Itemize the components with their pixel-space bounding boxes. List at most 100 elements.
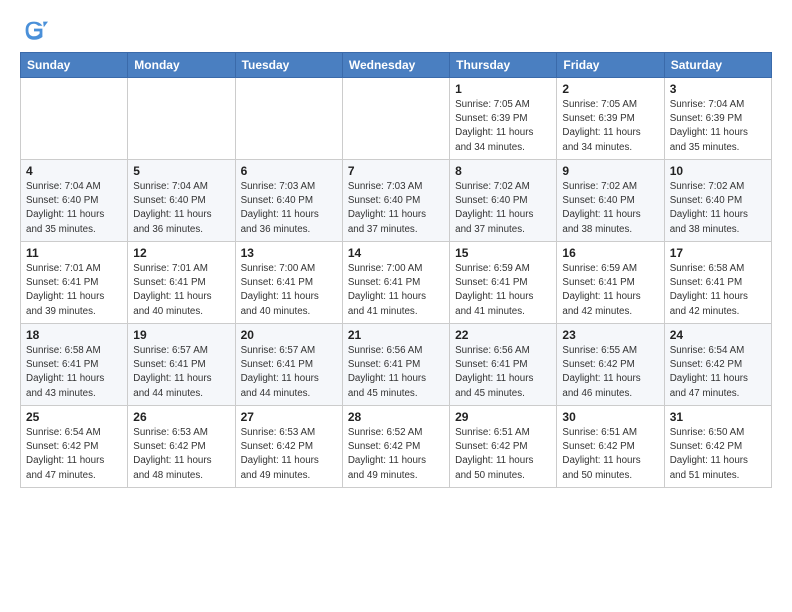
logo-icon (20, 16, 48, 44)
weekday-header-tuesday: Tuesday (235, 53, 342, 78)
day-info: Sunrise: 7:05 AMSunset: 6:39 PMDaylight:… (562, 98, 658, 155)
header (20, 16, 772, 44)
day-cell: 13 Sunrise: 7:00 AMSunset: 6:41 PMDayligh… (235, 242, 342, 324)
day-cell: 23 Sunrise: 6:55 AMSunset: 6:42 PMDayligh… (557, 324, 664, 406)
calendar-table: SundayMondayTuesdayWednesdayThursdayFrid… (20, 52, 772, 488)
day-number: 23 (562, 328, 658, 342)
day-info: Sunrise: 6:50 AMSunset: 6:42 PMDaylight:… (670, 426, 766, 483)
day-cell: 4 Sunrise: 7:04 AMSunset: 6:40 PMDaylight… (21, 160, 128, 242)
day-number: 27 (241, 410, 337, 424)
day-cell: 25 Sunrise: 6:54 AMSunset: 6:42 PMDayligh… (21, 406, 128, 488)
day-info: Sunrise: 6:51 AMSunset: 6:42 PMDaylight:… (562, 426, 658, 483)
day-cell: 7Sunrise: 7:03 AMSunset: 6:40 PMDaylight… (342, 160, 449, 242)
day-info: Sunrise: 6:56 AMSunset: 6:41 PMDaylight:… (455, 344, 551, 401)
day-cell: 1 Sunrise: 7:05 AMSunset: 6:39 PMDaylight… (450, 78, 557, 160)
day-cell (21, 78, 128, 160)
day-info: Sunrise: 6:54 AMSunset: 6:42 PMDaylight:… (26, 426, 122, 483)
day-cell: 29 Sunrise: 6:51 AMSunset: 6:42 PMDayligh… (450, 406, 557, 488)
week-row-3: 11 Sunrise: 7:01 AMSunset: 6:41 PMDayligh… (21, 242, 772, 324)
day-cell: 21 Sunrise: 6:56 AMSunset: 6:41 PMDayligh… (342, 324, 449, 406)
day-number: 31 (670, 410, 766, 424)
day-cell: 19 Sunrise: 6:57 AMSunset: 6:41 PMDayligh… (128, 324, 235, 406)
day-cell: 20Sunrise: 6:57 AMSunset: 6:41 PMDayligh… (235, 324, 342, 406)
day-info: Sunrise: 7:04 AMSunset: 6:39 PMDaylight:… (670, 98, 766, 155)
day-number: 22 (455, 328, 551, 342)
week-row-1: 1 Sunrise: 7:05 AMSunset: 6:39 PMDaylight… (21, 78, 772, 160)
day-number: 8 (455, 164, 551, 178)
day-number: 15 (455, 246, 551, 260)
weekday-header-row: SundayMondayTuesdayWednesdayThursdayFrid… (21, 53, 772, 78)
page: SundayMondayTuesdayWednesdayThursdayFrid… (0, 0, 792, 498)
day-info: Sunrise: 6:57 AMSunset: 6:41 PMDaylight:… (133, 344, 229, 401)
day-cell: 24 Sunrise: 6:54 AMSunset: 6:42 PMDayligh… (664, 324, 771, 406)
day-cell (342, 78, 449, 160)
day-number: 2 (562, 82, 658, 96)
day-info: Sunrise: 7:02 AMSunset: 6:40 PMDaylight:… (455, 180, 551, 237)
day-number: 13 (241, 246, 337, 260)
week-row-4: 18Sunrise: 6:58 AMSunset: 6:41 PMDayligh… (21, 324, 772, 406)
week-row-2: 4 Sunrise: 7:04 AMSunset: 6:40 PMDaylight… (21, 160, 772, 242)
day-cell: 15Sunrise: 6:59 AMSunset: 6:41 PMDayligh… (450, 242, 557, 324)
day-info: Sunrise: 6:54 AMSunset: 6:42 PMDaylight:… (670, 344, 766, 401)
day-cell: 28 Sunrise: 6:52 AMSunset: 6:42 PMDayligh… (342, 406, 449, 488)
day-number: 29 (455, 410, 551, 424)
day-info: Sunrise: 7:03 AMSunset: 6:40 PMDaylight:… (241, 180, 337, 237)
day-info: Sunrise: 7:04 AMSunset: 6:40 PMDaylight:… (26, 180, 122, 237)
day-info: Sunrise: 7:00 AMSunset: 6:41 PMDaylight:… (241, 262, 337, 319)
day-info: Sunrise: 6:51 AMSunset: 6:42 PMDaylight:… (455, 426, 551, 483)
day-number: 3 (670, 82, 766, 96)
day-number: 24 (670, 328, 766, 342)
weekday-header-monday: Monday (128, 53, 235, 78)
day-number: 26 (133, 410, 229, 424)
weekday-header-thursday: Thursday (450, 53, 557, 78)
weekday-header-friday: Friday (557, 53, 664, 78)
day-info: Sunrise: 6:53 AMSunset: 6:42 PMDaylight:… (241, 426, 337, 483)
day-number: 16 (562, 246, 658, 260)
day-info: Sunrise: 6:52 AMSunset: 6:42 PMDaylight:… (348, 426, 444, 483)
day-number: 10 (670, 164, 766, 178)
day-number: 18 (26, 328, 122, 342)
day-number: 1 (455, 82, 551, 96)
day-info: Sunrise: 7:01 AMSunset: 6:41 PMDaylight:… (133, 262, 229, 319)
day-cell: 11 Sunrise: 7:01 AMSunset: 6:41 PMDayligh… (21, 242, 128, 324)
day-info: Sunrise: 7:00 AMSunset: 6:41 PMDaylight:… (348, 262, 444, 319)
day-number: 19 (133, 328, 229, 342)
day-number: 17 (670, 246, 766, 260)
day-cell: 14 Sunrise: 7:00 AMSunset: 6:41 PMDayligh… (342, 242, 449, 324)
day-cell: 12 Sunrise: 7:01 AMSunset: 6:41 PMDayligh… (128, 242, 235, 324)
day-number: 25 (26, 410, 122, 424)
day-number: 30 (562, 410, 658, 424)
day-cell: 8 Sunrise: 7:02 AMSunset: 6:40 PMDaylight… (450, 160, 557, 242)
day-number: 11 (26, 246, 122, 260)
day-number: 9 (562, 164, 658, 178)
weekday-header-saturday: Saturday (664, 53, 771, 78)
day-cell: 30 Sunrise: 6:51 AMSunset: 6:42 PMDayligh… (557, 406, 664, 488)
day-info: Sunrise: 7:02 AMSunset: 6:40 PMDaylight:… (562, 180, 658, 237)
day-cell: 26Sunrise: 6:53 AMSunset: 6:42 PMDayligh… (128, 406, 235, 488)
day-number: 28 (348, 410, 444, 424)
day-info: Sunrise: 6:56 AMSunset: 6:41 PMDaylight:… (348, 344, 444, 401)
day-number: 14 (348, 246, 444, 260)
day-cell: 27 Sunrise: 6:53 AMSunset: 6:42 PMDayligh… (235, 406, 342, 488)
day-cell: 3 Sunrise: 7:04 AMSunset: 6:39 PMDaylight… (664, 78, 771, 160)
day-cell: 18Sunrise: 6:58 AMSunset: 6:41 PMDayligh… (21, 324, 128, 406)
day-info: Sunrise: 7:02 AMSunset: 6:40 PMDaylight:… (670, 180, 766, 237)
day-cell: 22 Sunrise: 6:56 AMSunset: 6:41 PMDayligh… (450, 324, 557, 406)
day-cell (128, 78, 235, 160)
day-info: Sunrise: 6:57 AMSunset: 6:41 PMDaylight:… (241, 344, 337, 401)
day-cell (235, 78, 342, 160)
day-info: Sunrise: 6:55 AMSunset: 6:42 PMDaylight:… (562, 344, 658, 401)
week-row-5: 25 Sunrise: 6:54 AMSunset: 6:42 PMDayligh… (21, 406, 772, 488)
day-number: 5 (133, 164, 229, 178)
day-number: 21 (348, 328, 444, 342)
day-number: 12 (133, 246, 229, 260)
day-number: 4 (26, 164, 122, 178)
weekday-header-wednesday: Wednesday (342, 53, 449, 78)
day-info: Sunrise: 7:05 AMSunset: 6:39 PMDaylight:… (455, 98, 551, 155)
day-number: 7 (348, 164, 444, 178)
day-info: Sunrise: 7:01 AMSunset: 6:41 PMDaylight:… (26, 262, 122, 319)
day-cell: 2 Sunrise: 7:05 AMSunset: 6:39 PMDaylight… (557, 78, 664, 160)
day-number: 6 (241, 164, 337, 178)
day-info: Sunrise: 6:59 AMSunset: 6:41 PMDaylight:… (562, 262, 658, 319)
day-cell: 9 Sunrise: 7:02 AMSunset: 6:40 PMDaylight… (557, 160, 664, 242)
